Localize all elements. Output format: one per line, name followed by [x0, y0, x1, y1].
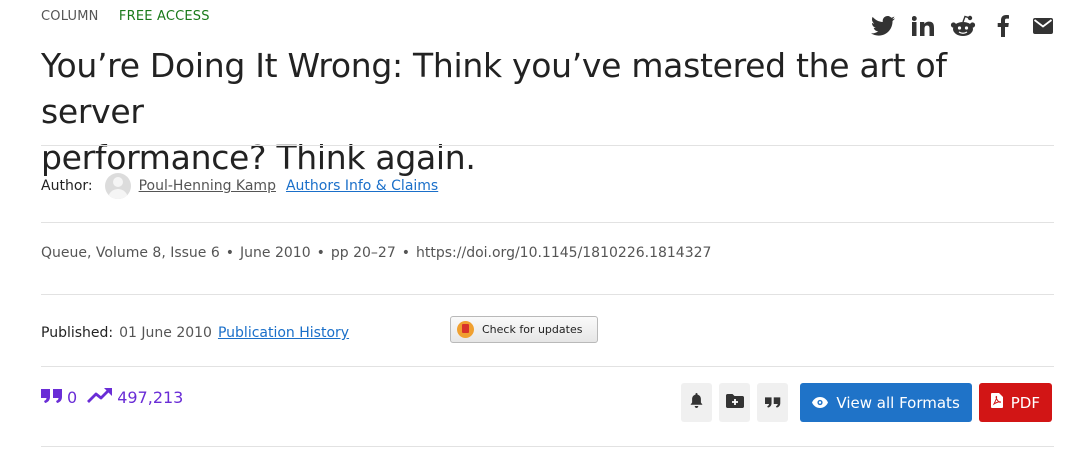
reddit-icon[interactable] — [950, 13, 976, 39]
trending-up-icon — [87, 387, 113, 407]
publication-history-link[interactable]: Publication History — [218, 325, 349, 341]
share-bar — [870, 13, 1056, 39]
metrics-bar: 0 497,213 — [41, 387, 183, 407]
pdf-button[interactable]: PDF — [978, 383, 1052, 422]
pdf-file-icon — [990, 393, 1003, 412]
email-icon[interactable] — [1030, 13, 1056, 39]
divider — [41, 145, 1054, 146]
pdf-label: PDF — [1010, 393, 1040, 412]
divider — [41, 366, 1054, 367]
download-count[interactable]: 497,213 — [117, 388, 183, 407]
quote-icon — [764, 393, 781, 412]
doi-link[interactable]: https://doi.org/10.1145/1810226.1814327 — [416, 245, 711, 261]
citation-date: June 2010 — [240, 245, 311, 261]
divider — [41, 294, 1054, 295]
divider — [41, 446, 1054, 447]
publication-row: Published: 01 June 2010 Publication Hist… — [41, 316, 641, 348]
article-actions: View all Formats PDF — [681, 383, 1052, 422]
article-kicker: COLUMN FREE ACCESS — [41, 9, 210, 24]
view-all-formats-button[interactable]: View all Formats — [800, 383, 972, 422]
article-type: COLUMN — [41, 9, 99, 24]
divider — [41, 222, 1054, 223]
check-for-updates-button[interactable]: Check for updates — [450, 316, 598, 343]
author-label: Author: — [41, 178, 93, 194]
article-title: You’re Doing It Wrong: Think you’ve mast… — [41, 43, 1051, 181]
citation-count[interactable]: 0 — [67, 388, 77, 407]
author-row: Author: Poul-Henning Kamp Authors Info &… — [41, 171, 438, 201]
linkedin-icon[interactable] — [910, 13, 936, 39]
facebook-icon[interactable] — [990, 13, 1016, 39]
citation-quote-icon — [41, 388, 63, 407]
citation-source: Queue, Volume 8, Issue 6 — [41, 245, 220, 261]
check-for-updates-label: Check for updates — [482, 323, 583, 336]
access-badge: FREE ACCESS — [118, 9, 210, 24]
article-title-line1: You’re Doing It Wrong: Think you’ve mast… — [41, 46, 947, 131]
twitter-icon[interactable] — [870, 13, 896, 39]
avatar — [104, 173, 131, 199]
eye-icon — [812, 394, 829, 412]
export-citation-button[interactable] — [757, 383, 789, 422]
published-label: Published: — [41, 325, 114, 341]
authors-info-link[interactable]: Authors Info & Claims — [286, 178, 438, 194]
published-date: 01 June 2010 — [119, 325, 212, 341]
bell-icon — [690, 393, 703, 412]
view-all-formats-label: View all Formats — [836, 393, 960, 412]
add-to-binder-button[interactable] — [719, 383, 751, 422]
author-name-link[interactable]: Poul-Henning Kamp — [139, 178, 276, 194]
folder-add-icon — [725, 393, 744, 412]
citation-line: Queue, Volume 8, Issue 6 • June 2010 • pp 20… — [41, 245, 712, 261]
citation-pages: pp 20–27 — [330, 245, 396, 261]
crossmark-icon — [457, 321, 474, 338]
alert-button[interactable] — [681, 383, 713, 422]
